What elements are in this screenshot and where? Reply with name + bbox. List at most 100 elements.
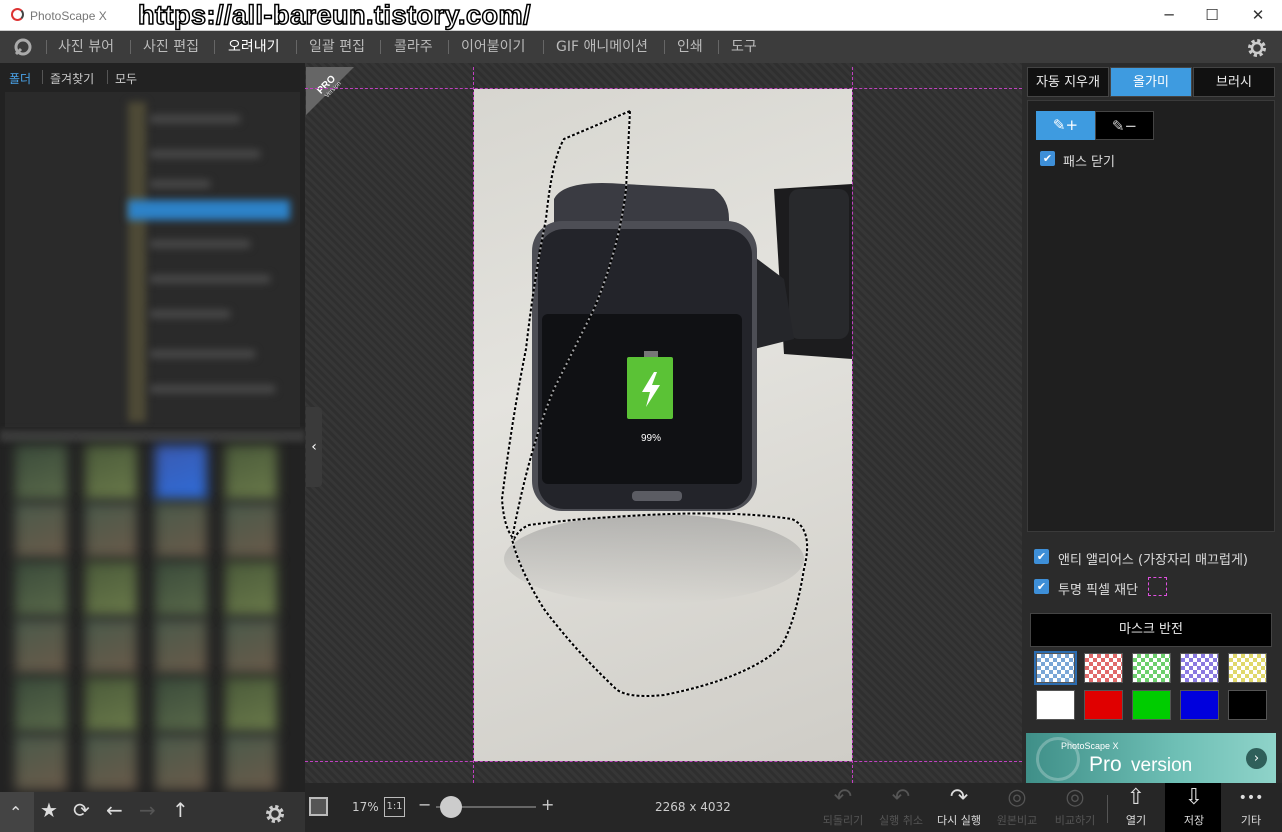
menu-item-7[interactable]: 인쇄	[677, 38, 703, 56]
thumbnail[interactable]	[225, 503, 277, 558]
action-button-0[interactable]: ↶ 되돌리기	[818, 786, 868, 828]
thumbnail-grid[interactable]	[5, 445, 300, 790]
thumbnail[interactable]	[225, 677, 277, 732]
antialias-checkbox[interactable]: ✔	[1034, 549, 1049, 564]
menu-separator	[380, 40, 381, 54]
settings-gear-icon[interactable]	[1246, 37, 1268, 59]
folder-tree[interactable]	[5, 92, 300, 427]
actual-size-button[interactable]: 1:1	[384, 797, 405, 817]
menu-item-6[interactable]: GIF 애니메이션	[556, 38, 648, 56]
mask-color-swatch[interactable]	[1228, 653, 1267, 683]
tab-auto-eraser[interactable]: 자동 지우개	[1027, 67, 1109, 97]
thumbnail[interactable]	[15, 619, 67, 674]
photo-image[interactable]: 99%	[474, 89, 852, 761]
thumbnail[interactable]	[85, 619, 137, 674]
action-label: 저장	[1183, 814, 1205, 827]
star-icon[interactable]: ★	[40, 798, 58, 822]
menu-item-4[interactable]: 콜라주	[394, 38, 433, 56]
collapse-panel-chevron-icon[interactable]: ‹	[306, 407, 322, 487]
thumbnail[interactable]	[155, 445, 207, 500]
action-button-7[interactable]: ••• 기타	[1226, 786, 1276, 828]
close-path-label: 패스 닫기	[1063, 155, 1115, 170]
invert-mask-button[interactable]: 마스크 반전	[1030, 613, 1272, 647]
trim-checkbox[interactable]: ✔	[1034, 579, 1049, 594]
menu-item-1[interactable]: 사진 편집	[143, 38, 199, 56]
action-button-6[interactable]: ⇩ 저장	[1169, 786, 1219, 828]
thumbnail[interactable]	[15, 503, 67, 558]
thumbnail[interactable]	[225, 735, 277, 790]
menu-item-8[interactable]: 도구	[731, 38, 757, 56]
thumbnail[interactable]	[155, 619, 207, 674]
tab-brush[interactable]: 브러시	[1193, 67, 1275, 97]
back-arrow-icon[interactable]: ←	[106, 798, 123, 822]
action-button-5[interactable]: ⇧ 열기	[1111, 786, 1161, 828]
crop-dashed-icon	[1148, 577, 1167, 596]
action-label: 원본비교	[996, 814, 1038, 827]
action-label: 기타	[1240, 814, 1262, 827]
thumbnail[interactable]	[15, 561, 67, 616]
mask-color-swatch[interactable]	[1132, 653, 1171, 683]
close-path-checkbox[interactable]: ✔	[1040, 151, 1055, 166]
close-icon[interactable]: ✕	[1235, 0, 1281, 31]
mask-color-swatch[interactable]	[1084, 690, 1123, 720]
mask-color-swatch[interactable]	[1036, 690, 1075, 720]
tab-folder[interactable]: 폴더	[9, 70, 31, 87]
mask-color-swatch[interactable]	[1034, 651, 1077, 685]
pro-version-banner[interactable]: PhotoScape X Pro version ›	[1026, 733, 1276, 783]
action-button-1[interactable]: ↶ 실행 취소	[876, 786, 926, 828]
left-settings-gear-icon[interactable]	[264, 803, 286, 825]
menu-item-5[interactable]: 이어붙이기	[461, 38, 525, 56]
action-button-4[interactable]: ◎ 비교하기	[1050, 786, 1100, 828]
thumbnail[interactable]	[15, 445, 67, 500]
menu-item-2[interactable]: 오려내기	[228, 38, 280, 56]
folder-tree-selected[interactable]	[128, 200, 290, 220]
menu-item-3[interactable]: 일괄 편집	[309, 38, 365, 56]
refresh-icon[interactable]: ⟳	[73, 798, 90, 822]
zoom-out-icon[interactable]: −	[418, 795, 431, 814]
thumbnail[interactable]	[85, 677, 137, 732]
menu-item-0[interactable]: 사진 뷰어	[58, 38, 114, 56]
thumbnail[interactable]	[155, 503, 207, 558]
guide-line-top	[305, 88, 1022, 89]
menu-separator	[296, 40, 297, 54]
maximize-icon[interactable]: ☐	[1189, 0, 1235, 31]
tab-lasso[interactable]: 올가미	[1110, 67, 1192, 97]
save-icon: ⇩	[1184, 785, 1204, 810]
thumbnail[interactable]	[155, 677, 207, 732]
promo-arrow-icon[interactable]: ›	[1246, 748, 1267, 769]
tab-favorites[interactable]: 즐겨찾기	[50, 70, 94, 87]
thumbnail[interactable]	[155, 735, 207, 790]
thumbnail[interactable]	[85, 503, 137, 558]
thumbnail[interactable]	[225, 619, 277, 674]
thumbnail[interactable]	[225, 445, 277, 500]
home-logo-icon[interactable]	[12, 37, 34, 57]
up-arrow-icon[interactable]: ↑	[172, 798, 189, 822]
action-button-3[interactable]: ◎ 원본비교	[992, 786, 1042, 828]
add-selection-brush-icon[interactable]: ✎+	[1036, 111, 1095, 140]
chevron-up-icon[interactable]: ⌃	[9, 803, 22, 822]
action-button-2[interactable]: ↷ 다시 실행	[934, 786, 984, 828]
thumbnail[interactable]	[155, 561, 207, 616]
zoom-slider-handle[interactable]	[440, 796, 462, 818]
mask-color-swatch[interactable]	[1084, 653, 1123, 683]
guide-line-left	[473, 67, 474, 783]
thumbnail[interactable]	[15, 735, 67, 790]
compare-icon: ◎	[1065, 785, 1085, 810]
thumbnail[interactable]	[15, 677, 67, 732]
thumbnail[interactable]	[85, 445, 137, 500]
mask-color-swatch[interactable]	[1180, 690, 1219, 720]
mask-color-swatch[interactable]	[1180, 653, 1219, 683]
tab-all[interactable]: 모두	[115, 70, 137, 87]
subtract-selection-brush-icon[interactable]: ✎−	[1095, 111, 1154, 140]
antialias-label: 앤티 앨리어스 (가장자리 매끄럽게)	[1058, 553, 1248, 568]
zoom-in-icon[interactable]: +	[541, 795, 554, 814]
mask-color-swatch[interactable]	[1228, 690, 1267, 720]
zoom-level[interactable]: 17%	[352, 800, 379, 814]
forward-arrow-icon[interactable]: →	[139, 798, 156, 822]
fit-screen-icon[interactable]	[309, 797, 328, 816]
thumbnail[interactable]	[225, 561, 277, 616]
thumbnail[interactable]	[85, 561, 137, 616]
thumbnail[interactable]	[85, 735, 137, 790]
minimize-icon[interactable]: ─	[1146, 0, 1192, 31]
mask-color-swatch[interactable]	[1132, 690, 1171, 720]
